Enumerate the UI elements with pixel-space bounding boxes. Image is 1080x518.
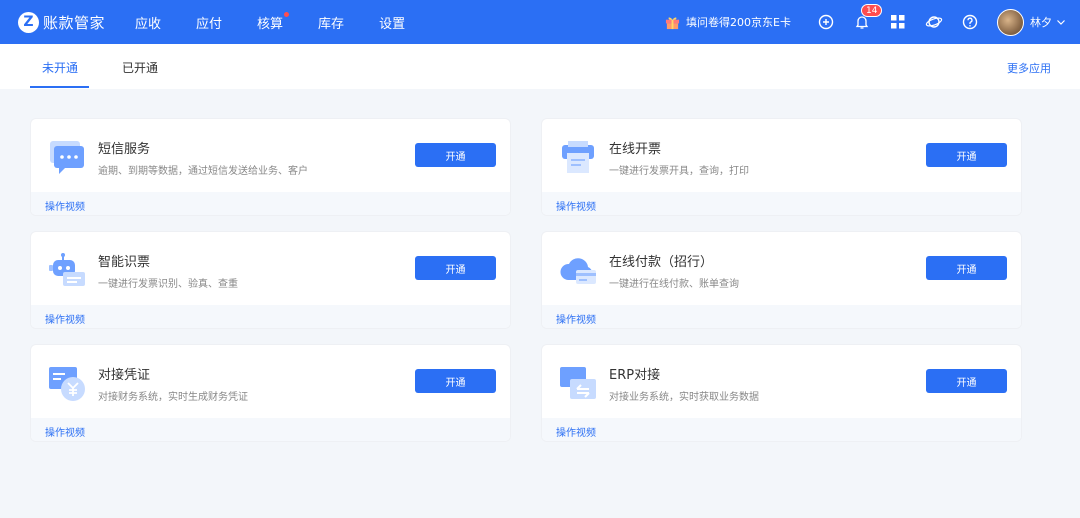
card-description: 对接业务系统，实时获取业务数据 <box>609 392 759 403</box>
open-online-invoicing-button[interactable]: 开通 <box>926 143 1007 167</box>
tutorial-video-link[interactable]: 操作视频 <box>45 424 85 439</box>
service-card-online-invoicing: 在线开票 一键进行发票开具，查询，打印 开通 操作视频 <box>541 118 1022 216</box>
card-footer: 操作视频 <box>31 418 510 441</box>
user-name[interactable]: 林夕 <box>1030 14 1052 30</box>
tab-activated[interactable]: 已开通 <box>122 59 158 76</box>
nav-item-receivable[interactable]: 应收 <box>135 13 161 32</box>
erp-icon <box>560 367 596 399</box>
nav-item-settings[interactable]: 设置 <box>379 13 405 32</box>
app-logo[interactable]: Z 账款管家 <box>18 11 123 33</box>
service-card-erp: ERP对接 对接业务系统，实时获取业务数据 开通 操作视频 <box>541 344 1022 442</box>
plus-circle-icon <box>818 14 834 30</box>
card-description: 一键进行发票开具，查询，打印 <box>609 166 749 177</box>
card-footer: 操作视频 <box>542 192 1021 215</box>
add-button[interactable] <box>817 13 835 31</box>
card-footer: 操作视频 <box>542 305 1021 328</box>
nav-item-inventory[interactable]: 库存 <box>318 13 344 32</box>
grid-icon <box>891 15 905 29</box>
open-erp-button[interactable]: 开通 <box>926 369 1007 393</box>
open-sms-service-button[interactable]: 开通 <box>415 143 496 167</box>
help-icon <box>962 14 978 30</box>
card-description: 逾期、到期等数据，通过短信发送给业务、客户 <box>98 166 308 177</box>
logo-icon: Z <box>18 11 39 33</box>
card-title: 短信服务 <box>98 142 151 157</box>
gift-icon <box>665 17 680 29</box>
card-title: 对接凭证 <box>98 368 151 383</box>
tutorial-video-link[interactable]: 操作视频 <box>556 424 596 439</box>
card-description: 对接财务系统，实时生成财务凭证 <box>98 392 248 403</box>
tutorial-video-link[interactable]: 操作视频 <box>556 198 596 213</box>
sms-icon <box>50 141 84 174</box>
apps-grid-button[interactable] <box>889 13 907 31</box>
nav-item-payable[interactable]: 应付 <box>196 13 222 32</box>
card-footer: 操作视频 <box>31 305 510 328</box>
survey-promo-link[interactable]: 填问卷得200京东E卡 <box>665 14 791 30</box>
cloud-card-icon <box>560 258 596 284</box>
card-footer: 操作视频 <box>542 418 1021 441</box>
open-voucher-button[interactable]: 开通 <box>415 369 496 393</box>
notification-count-badge: 14 <box>861 4 883 17</box>
card-title: 在线付款（招行） <box>609 255 714 270</box>
tab-not-activated[interactable]: 未开通 <box>42 59 78 76</box>
service-card-online-payment: 在线付款（招行） 一键进行在线付款、账单查询 开通 操作视频 <box>541 231 1022 329</box>
app-name: 账款管家 <box>43 13 106 32</box>
new-dot-indicator <box>284 11 290 17</box>
card-footer: 操作视频 <box>31 192 510 215</box>
main-nav: 应收 应付 核算 库存 设置 <box>135 11 440 32</box>
voucher-icon <box>49 367 85 401</box>
card-title: 在线开票 <box>609 142 662 157</box>
more-apps-link[interactable]: 更多应用 <box>1007 60 1051 76</box>
tutorial-video-link[interactable]: 操作视频 <box>45 198 85 213</box>
invoice-print-icon <box>562 141 594 173</box>
robot-icon <box>49 253 85 286</box>
header-actions: 填问卷得200京东E卡 14 林夕 <box>665 0 1066 44</box>
customer-service-button[interactable] <box>925 13 943 31</box>
card-description: 一键进行发票识别、验真、查重 <box>98 279 238 290</box>
open-online-payment-button[interactable]: 开通 <box>926 256 1007 280</box>
tutorial-video-link[interactable]: 操作视频 <box>556 311 596 326</box>
nav-item-label: 核算 <box>257 16 284 32</box>
top-navigation-bar: Z 账款管家 应收 应付 核算 库存 设置 填问卷得200京东E卡 14 林夕 <box>0 0 1080 44</box>
chevron-down-icon[interactable] <box>1056 17 1066 27</box>
card-title: 智能识票 <box>98 255 151 270</box>
nav-item-accounting[interactable]: 核算 <box>257 11 290 32</box>
avatar[interactable] <box>997 8 1024 36</box>
service-card-sms: 短信服务 逾期、到期等数据，通过短信发送给业务、客户 开通 操作视频 <box>30 118 511 216</box>
card-title: ERP对接 <box>609 368 661 383</box>
service-card-smart-recognition: 智能识票 一键进行发票识别、验真、查重 开通 操作视频 <box>30 231 511 329</box>
service-card-voucher: 对接凭证 对接财务系统，实时生成财务凭证 开通 操作视频 <box>30 344 511 442</box>
help-button[interactable] <box>961 13 979 31</box>
tutorial-video-link[interactable]: 操作视频 <box>45 311 85 326</box>
promo-text: 填问卷得200京东E卡 <box>686 16 791 29</box>
open-smart-recognition-button[interactable]: 开通 <box>415 256 496 280</box>
notifications-button[interactable]: 14 <box>853 4 883 31</box>
card-description: 一键进行在线付款、账单查询 <box>609 279 739 290</box>
tab-bar: 未开通 已开通 更多应用 <box>0 44 1080 89</box>
active-tab-indicator <box>30 86 89 88</box>
planet-icon <box>925 16 943 28</box>
